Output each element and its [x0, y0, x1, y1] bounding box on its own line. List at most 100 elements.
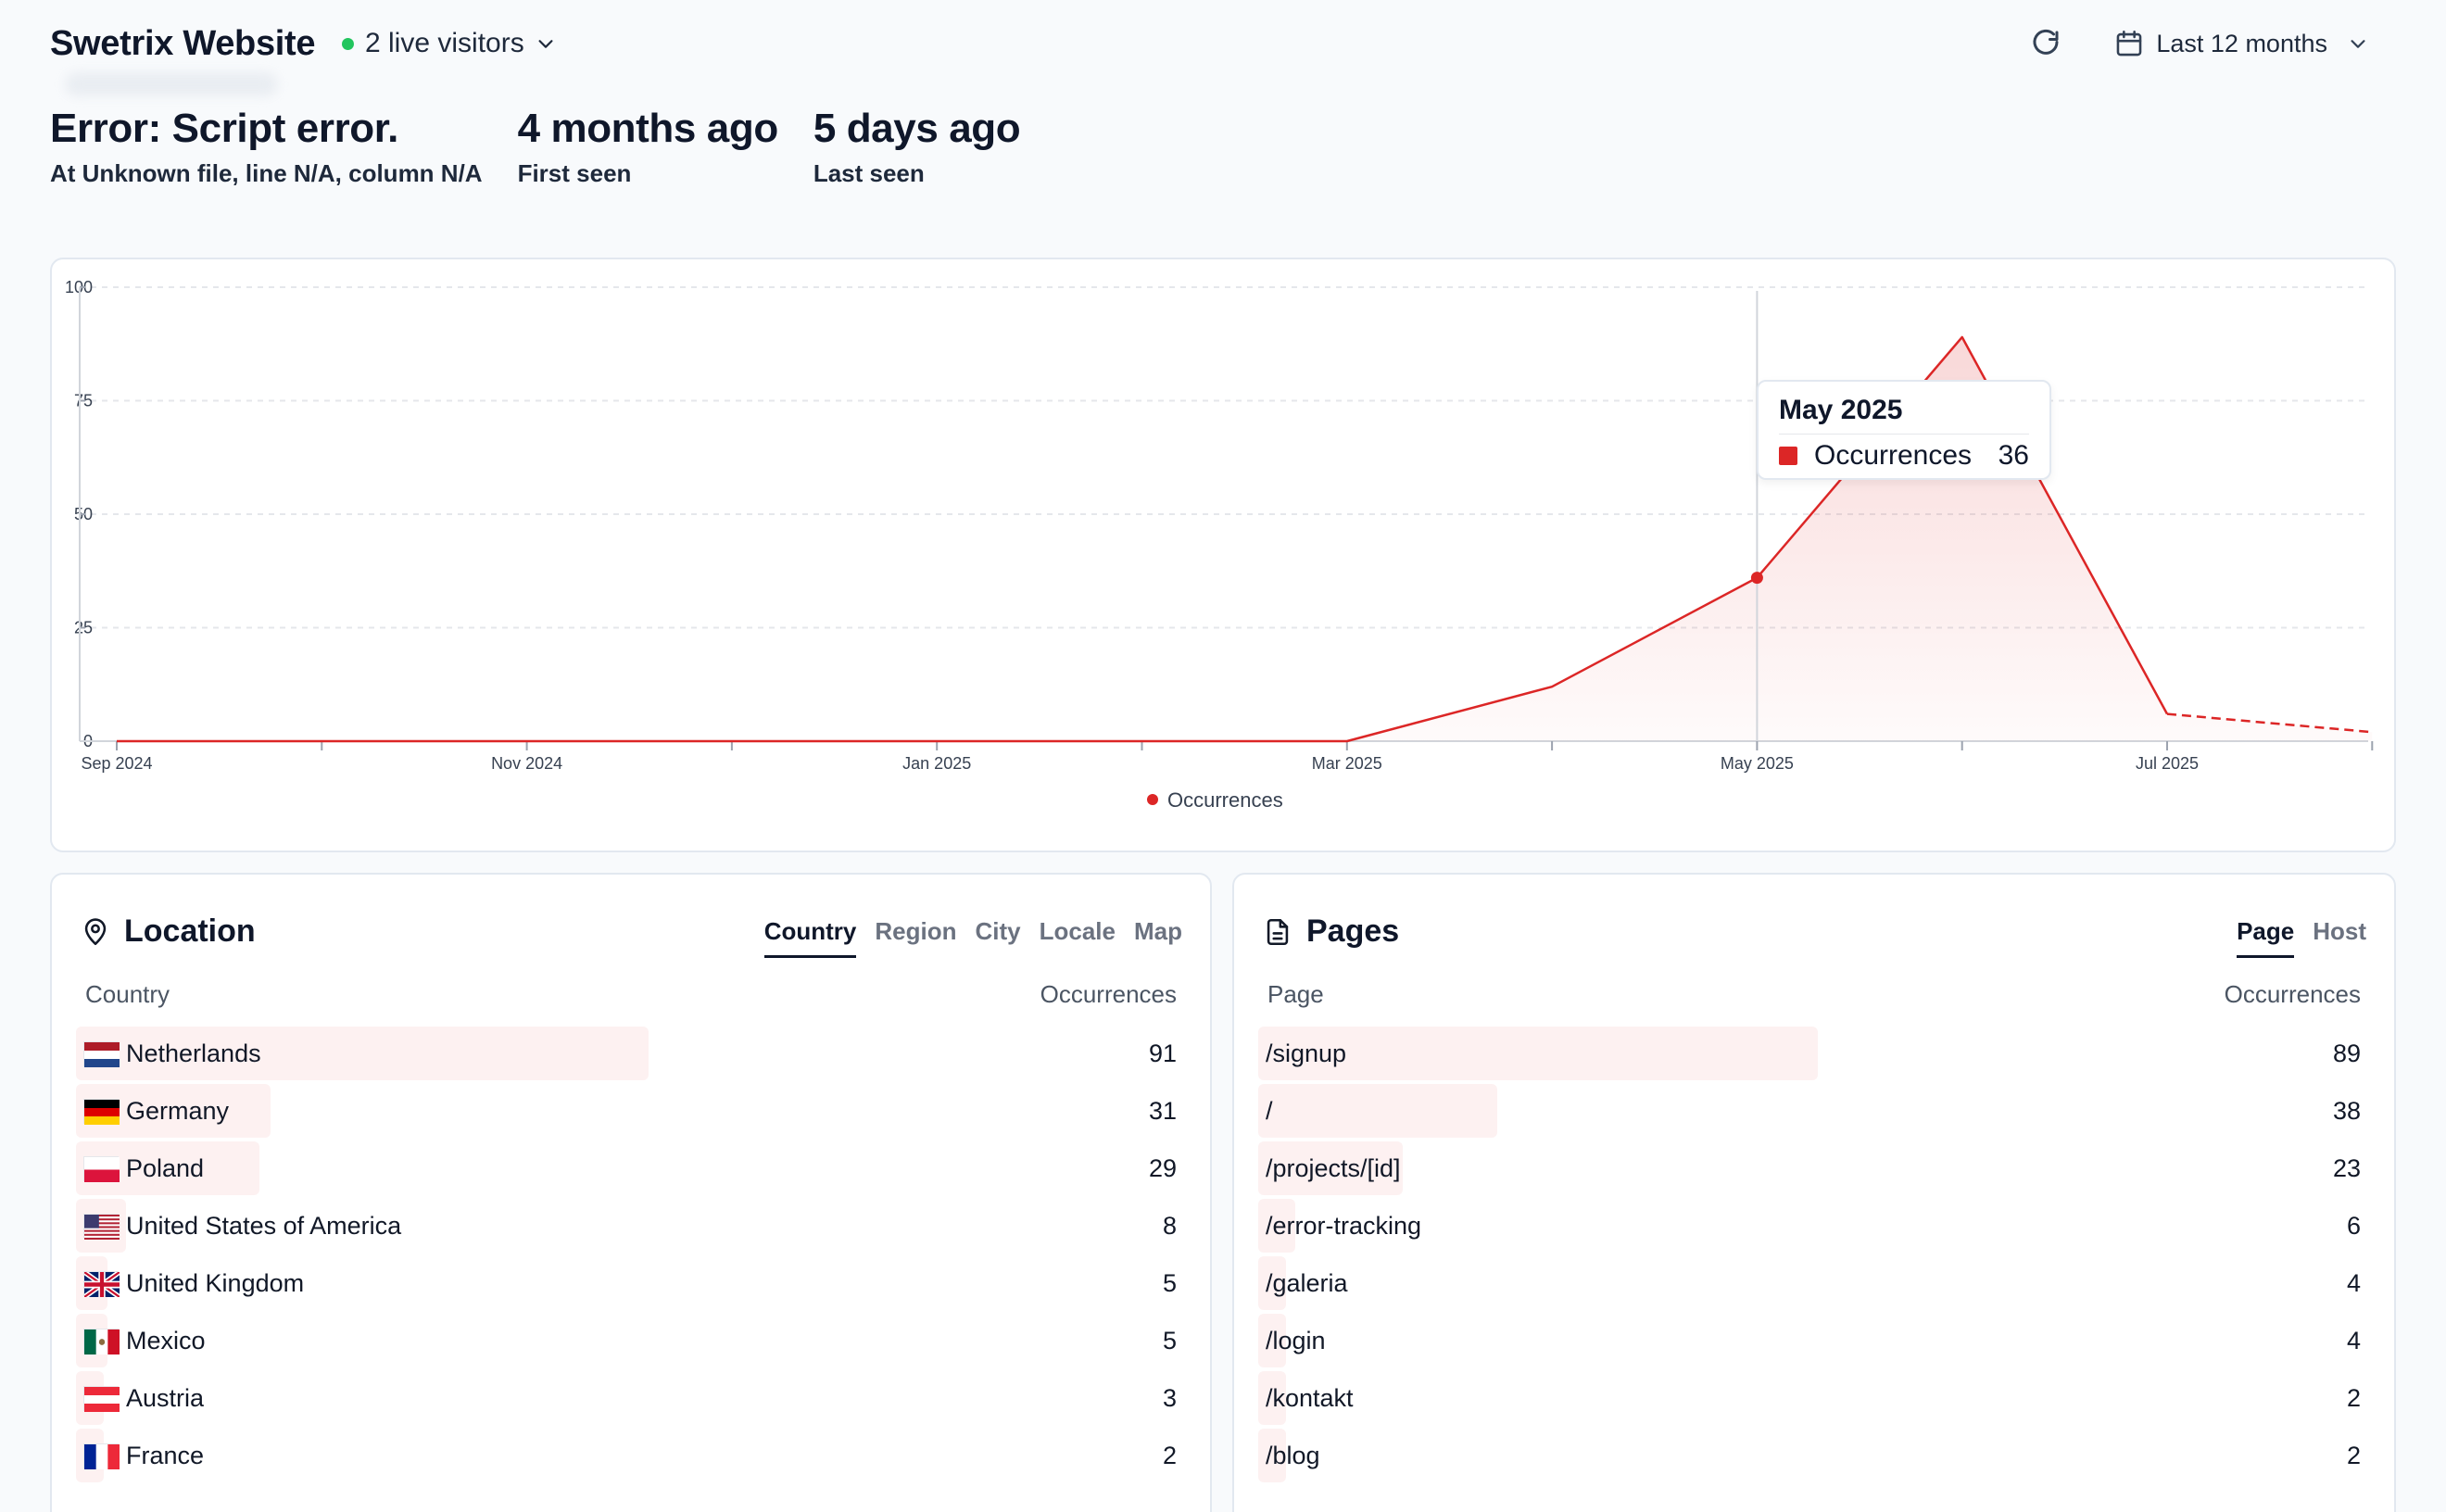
list-item-label: /projects/[id]	[1266, 1153, 1401, 1182]
list-item-value: 8	[1162, 1211, 1177, 1240]
list-item[interactable]: Germany 31	[76, 1082, 1177, 1140]
tooltip-title: May 2025	[1779, 395, 2029, 435]
pages-col-occurrences: Occurrences	[2224, 980, 2361, 1008]
list-item-label: /	[1266, 1096, 1273, 1125]
list-item-value: 29	[1148, 1153, 1177, 1182]
list-item-label: /login	[1266, 1326, 1326, 1354]
refresh-button[interactable]	[2024, 22, 2067, 65]
location-tab-region[interactable]: Region	[875, 917, 956, 958]
tooltip-series-swatch	[1779, 447, 1797, 465]
list-item[interactable]: United States of America 8	[76, 1197, 1177, 1254]
list-item-value: 89	[2332, 1039, 2361, 1067]
list-item-label: /blog	[1266, 1441, 1320, 1469]
list-item-value: 5	[1162, 1326, 1177, 1354]
document-icon	[1267, 918, 1289, 945]
location-tab-map[interactable]: Map	[1134, 917, 1182, 958]
list-item-value: 31	[1148, 1096, 1177, 1125]
error-location: At Unknown file, line N/A, column N/A	[50, 159, 483, 187]
flag-icon-mx	[83, 1328, 120, 1354]
flag-icon-pl	[83, 1155, 120, 1183]
list-item-label: France	[126, 1441, 205, 1469]
list-item[interactable]: France 2	[76, 1427, 1177, 1484]
pages-list: /signup 89 / 38/projects/[id] 23/error-track…	[1258, 1025, 2361, 1484]
list-item[interactable]: /error-tracking 6	[1258, 1197, 2361, 1254]
pages-tab-host[interactable]: Host	[2313, 917, 2366, 958]
list-item[interactable]: / 38	[1258, 1082, 2361, 1140]
chevron-down-icon	[2351, 40, 2365, 48]
list-item[interactable]: /projects/[id] 23	[1258, 1140, 2361, 1197]
live-visitors-dropdown[interactable]: 2 live visitors	[342, 28, 556, 59]
list-item-label: /kontakt	[1266, 1383, 1354, 1412]
location-panel: Location Country Region City Locale Map Coun…	[50, 873, 1212, 1512]
location-tab-country[interactable]: Country	[763, 917, 857, 958]
first-seen-value: 4 months ago	[517, 106, 779, 151]
error-title-block: Error: Script error. At Unknown file, li…	[50, 106, 483, 188]
list-item-value: 2	[2346, 1441, 2361, 1469]
occurrences-chart-card: 0 25 50 75 100 Sep 2024 Nov 2024 Jan 2025 Mar 20…	[50, 258, 2396, 852]
legend-dot	[1147, 794, 1158, 805]
first-seen-block: 4 months ago First seen	[517, 106, 779, 188]
flag-icon-gb	[82, 1269, 121, 1299]
flag-icon-nl	[83, 1040, 120, 1068]
list-item-value: 38	[2332, 1096, 2361, 1125]
pages-panel: Pages Page Host Page Occurrences /signup 8…	[1232, 873, 2396, 1512]
list-item[interactable]: Mexico 5	[76, 1312, 1177, 1369]
flag-icon-de	[83, 1098, 120, 1126]
location-col-country: Country	[85, 980, 170, 1008]
location-list: Netherlands 91 Germany 31 Poland 29 United Sta…	[76, 1025, 1177, 1484]
list-item[interactable]: /galeria 4	[1258, 1254, 2361, 1312]
location-tabs: Country Region City Locale Map	[763, 917, 1182, 958]
last-seen-label: Last seen	[813, 159, 925, 187]
list-item-value: 2	[1162, 1441, 1177, 1469]
site-title: Swetrix Website	[50, 24, 316, 63]
last-seen-value: 5 days ago	[813, 106, 1021, 151]
location-tab-locale[interactable]: Locale	[1040, 917, 1116, 958]
list-item[interactable]: Netherlands 91	[76, 1025, 1177, 1082]
last-seen-block: 5 days ago Last seen	[813, 106, 1021, 188]
period-selector[interactable]: Last 12 months	[2113, 28, 2368, 59]
list-item-label: United States of America	[126, 1211, 402, 1240]
data-point	[1750, 572, 1763, 585]
site-subtitle-blurred	[65, 72, 278, 96]
flag-icon-fr	[83, 1443, 120, 1469]
location-tab-city[interactable]: City	[976, 917, 1021, 958]
flag-icon-us	[83, 1213, 120, 1240]
list-item-label: Poland	[126, 1153, 205, 1182]
top-bar: Swetrix Website 2 live visitors Last 12 …	[50, 20, 2396, 96]
pages-col-page: Page	[1267, 980, 1324, 1008]
list-item-value: 23	[2332, 1153, 2361, 1182]
x-tick-label: Jan 2025	[902, 754, 971, 773]
list-item[interactable]: Poland 29	[76, 1140, 1177, 1197]
chevron-down-icon	[538, 40, 553, 48]
list-item-value: 4	[2346, 1326, 2361, 1354]
list-item-label: Netherlands	[126, 1039, 261, 1067]
pages-tab-page[interactable]: Page	[2237, 917, 2295, 958]
map-pin-icon	[84, 917, 107, 945]
list-item[interactable]: United Kingdom 5	[76, 1254, 1177, 1312]
chart-tooltip: May 2025 Occurrences 36	[1757, 380, 2051, 480]
period-label: Last 12 months	[2156, 29, 2327, 57]
list-item-label: Germany	[126, 1096, 230, 1125]
list-item[interactable]: /signup 89	[1258, 1025, 2361, 1082]
list-item-label: United Kingdom	[126, 1268, 305, 1297]
first-seen-label: First seen	[517, 159, 632, 187]
list-item-value: 5	[1162, 1268, 1177, 1297]
occurrences-chart[interactable]: 0255075100Sep 2024 Nov 2024 Jan 2025 Mar 20…	[52, 259, 2398, 854]
live-visitors-label: 2 live visitors	[365, 28, 524, 58]
x-tick-label: Sep 2024	[81, 754, 152, 773]
error-title: Error: Script error.	[50, 106, 398, 151]
list-item[interactable]: /login 4	[1258, 1312, 2361, 1369]
list-item[interactable]: /kontakt 2	[1258, 1369, 2361, 1427]
calendar-icon	[2117, 30, 2142, 57]
list-item-label: Austria	[126, 1383, 205, 1412]
list-item[interactable]: Austria 3	[76, 1369, 1177, 1427]
x-tick-label: Jul 2025	[2136, 754, 2199, 773]
list-item[interactable]: /blog 2	[1258, 1427, 2361, 1484]
list-item-label: /signup	[1266, 1039, 1347, 1067]
x-tick-label: May 2025	[1721, 754, 1794, 773]
list-item-value: 3	[1162, 1383, 1177, 1412]
list-item-value: 6	[2346, 1211, 2361, 1240]
x-tick-label: Nov 2024	[491, 754, 562, 773]
flag-icon-at	[83, 1385, 120, 1413]
legend-label: Occurrences	[1167, 788, 1283, 812]
